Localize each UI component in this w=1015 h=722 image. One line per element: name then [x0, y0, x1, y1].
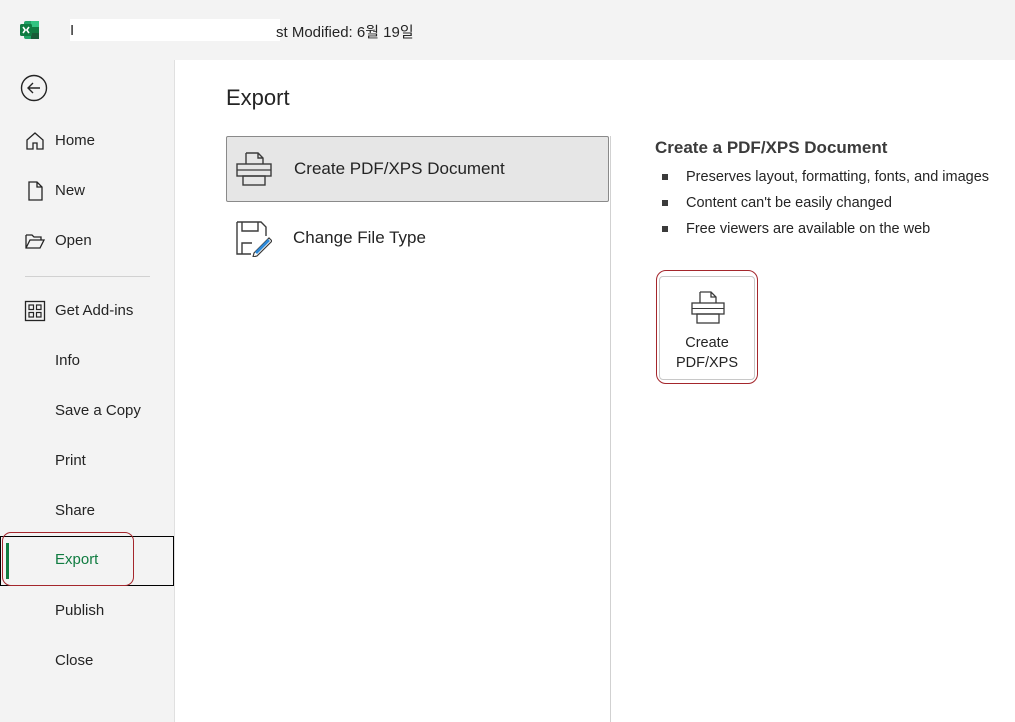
sidebar-item-print[interactable]: Print	[0, 437, 174, 485]
sidebar-item-export[interactable]: Export	[0, 536, 174, 586]
export-detail-pane: Create a PDF/XPS Document Preserves layo…	[655, 138, 1010, 242]
bullet-text: Free viewers are available on the web	[686, 221, 931, 237]
change-file-type-icon	[236, 221, 272, 257]
create-button-label: Create PDF/XPS	[660, 333, 754, 373]
detail-bullet: Free viewers are available on the web	[655, 216, 1010, 242]
sidebar-item-label: Share	[55, 502, 96, 519]
detail-bullet: Preserves layout, formatting, fonts, and…	[655, 164, 1010, 190]
sidebar-item-info[interactable]: Info	[0, 337, 174, 385]
title-prefix: I	[70, 22, 75, 39]
excel-icon	[20, 21, 39, 39]
create-pdf-xps-button[interactable]: Create PDF/XPS	[659, 276, 755, 380]
printer-document-icon	[236, 152, 272, 186]
sidebar-item-publish[interactable]: Publish	[0, 587, 174, 635]
create-button-label-line1: Create	[685, 335, 729, 351]
sidebar-item-label: Get Add-ins	[55, 302, 134, 319]
sidebar-item-label: New	[55, 182, 86, 199]
sidebar-item-label: Close	[55, 652, 94, 669]
sidebar-item-label: Open	[55, 232, 92, 249]
redacted-filename	[70, 19, 280, 41]
export-option-create-pdf-xps[interactable]: Create PDF/XPS Document	[226, 136, 609, 202]
backstage-sidebar: Home New Open Get Add-ins Info Save a Co…	[0, 60, 174, 722]
sidebar-item-label: Publish	[55, 602, 105, 619]
bullet-square-icon	[662, 174, 668, 180]
home-icon	[26, 132, 44, 150]
bullet-square-icon	[662, 200, 668, 206]
sidebar-item-label: Save a Copy	[55, 402, 141, 419]
sidebar-item-new[interactable]: New	[0, 167, 174, 215]
export-option-label: Create PDF/XPS Document	[294, 159, 505, 178]
detail-bullet: Content can't be easily changed	[655, 190, 1010, 216]
sidebar-item-share[interactable]: Share	[0, 487, 174, 535]
page-title: Export	[226, 85, 290, 110]
sidebar-item-label: Print	[55, 452, 86, 469]
export-option-label: Change File Type	[293, 228, 426, 247]
printer-document-icon	[691, 291, 725, 324]
sidebar-item-get-add-ins[interactable]: Get Add-ins	[0, 287, 174, 335]
back-arrow-icon[interactable]	[20, 74, 48, 102]
export-options-list: Create PDF/XPS Document Change File Type	[226, 136, 611, 722]
folder-open-icon	[25, 234, 46, 249]
title-bar: I st Modified: 6월 19일	[0, 0, 1015, 60]
create-button-label-line2: PDF/XPS	[675, 355, 739, 371]
bullet-text: Preserves layout, formatting, fonts, and…	[686, 169, 990, 185]
selected-indicator	[6, 543, 9, 579]
add-ins-grid-icon	[24, 300, 46, 322]
last-modified-text: st Modified: 6월 19일	[276, 24, 414, 41]
sidebar-divider	[25, 276, 150, 277]
sidebar-item-save-a-copy[interactable]: Save a Copy	[0, 387, 174, 435]
sidebar-item-home[interactable]: Home	[0, 117, 174, 165]
export-option-change-file-type[interactable]: Change File Type	[226, 206, 609, 272]
detail-title: Create a PDF/XPS Document	[655, 138, 888, 157]
bullet-text: Content can't be easily changed	[686, 195, 892, 211]
export-panel: Export Create PDF/XPS Document Change Fi…	[174, 60, 1015, 722]
sidebar-item-close[interactable]: Close	[0, 637, 174, 685]
sidebar-item-label: Export	[55, 551, 99, 568]
new-document-icon	[28, 181, 43, 201]
sidebar-item-open[interactable]: Open	[0, 217, 174, 265]
sidebar-item-label: Home	[55, 132, 96, 149]
bullet-square-icon	[662, 226, 668, 232]
sidebar-item-label: Info	[55, 352, 81, 369]
